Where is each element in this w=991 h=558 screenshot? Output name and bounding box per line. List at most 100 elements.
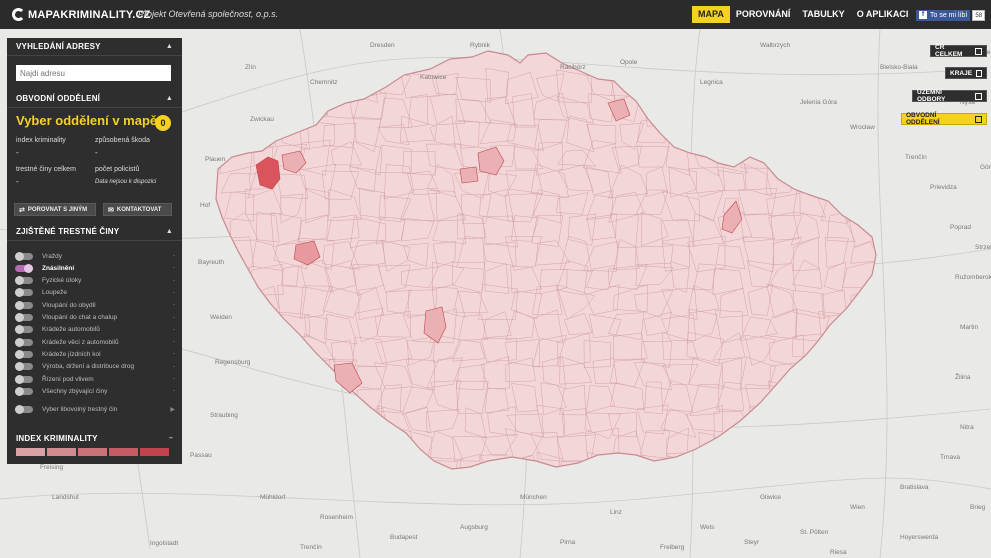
crime-value: - xyxy=(173,265,175,272)
crime-type-row[interactable]: Fyzické útoky - xyxy=(15,276,175,286)
crime-type-label: Fyzické útoky xyxy=(42,277,82,285)
select-district-title: Vyber oddělení v mapě xyxy=(16,113,158,128)
place-label: Freising xyxy=(40,464,64,471)
place-label: Bayreuth xyxy=(198,259,224,266)
crime-type-label: Krádeže automobilů xyxy=(42,326,100,334)
crime-type-label: Vyber libovolný trestný čin xyxy=(42,406,118,414)
police-count-note: Data nejsou k dispozici xyxy=(95,179,157,185)
damage-label: způsobená škoda xyxy=(95,137,150,144)
map-level-button[interactable]: OBVODNÍ ODDĚLENÍ xyxy=(901,112,987,126)
organization-text[interactable]: Projekt Otevřená společnost, o.p.s. xyxy=(138,9,278,19)
compare-button[interactable]: ⇄ POROVNAT S JINÝM xyxy=(14,203,96,216)
crimes-section-header[interactable]: ZJIŠTĚNÉ TRESTNÉ ČINY ▲ xyxy=(7,223,182,241)
place-label: Freiberg xyxy=(660,544,685,551)
district-section-header[interactable]: OBVODNÍ ODDĚLENÍ ▲ xyxy=(7,90,182,108)
place-label: St. Pölten xyxy=(800,529,829,536)
crime-type-row[interactable]: Vraždy - xyxy=(15,251,175,261)
contact-button[interactable]: ✉ KONTAKTOVAT xyxy=(103,203,172,216)
place-label: Steyr xyxy=(744,539,760,546)
facebook-like-button[interactable]: f To se mi líbí xyxy=(916,9,971,21)
place-label: Weiden xyxy=(210,314,232,321)
map-level-button[interactable]: KRAJE xyxy=(945,67,987,79)
facebook-like[interactable]: f To se mi líbí 58 xyxy=(916,9,986,21)
crime-toggle[interactable] xyxy=(15,374,33,384)
index-section-header[interactable]: INDEX KRIMINALITY – xyxy=(7,429,182,447)
district-section-title: OBVODNÍ ODDĚLENÍ xyxy=(16,94,101,103)
crime-type-label: Krádeže jízdních kol xyxy=(42,350,101,358)
crime-toggle[interactable] xyxy=(15,313,33,322)
nav-map[interactable]: MAPA xyxy=(692,6,730,23)
legend-swatch xyxy=(78,448,107,456)
address-section-title: VYHLEDÁNÍ ADRESY xyxy=(16,42,101,51)
place-label: Trenčín xyxy=(905,154,927,161)
crime-type-label: Loupeže xyxy=(42,289,67,297)
address-section-header[interactable]: VYHLEDÁNÍ ADRESY ▲ xyxy=(7,38,182,56)
logo-icon xyxy=(12,8,25,21)
layer-icon xyxy=(976,69,982,77)
nav-compare[interactable]: POROVNÁNÍ xyxy=(730,6,797,23)
crime-type-label: Všechny zbývající činy xyxy=(42,387,108,395)
crime-type-row[interactable]: Všechny zbývající činy - xyxy=(15,386,175,396)
place-label: Poprad xyxy=(950,224,971,231)
crime-toggle[interactable] xyxy=(15,337,33,347)
place-label: Hoyerswerda xyxy=(900,534,939,541)
crime-type-row[interactable]: Vloupání do chat a chalup - xyxy=(15,313,175,323)
place-label: Racibórz xyxy=(560,64,586,71)
crime-value: - xyxy=(173,289,175,296)
facebook-like-label: To se mi líbí xyxy=(930,11,968,19)
damage-value: - xyxy=(95,148,98,157)
crime-toggle[interactable] xyxy=(15,276,33,286)
crime-value: - xyxy=(173,302,175,309)
place-label: Bratislava xyxy=(900,484,929,491)
crime-toggle[interactable] xyxy=(15,405,33,415)
mail-icon: ✉ xyxy=(108,206,114,214)
map-level-button[interactable]: ÚZEMNÍ ODBORY xyxy=(912,89,987,103)
crime-type-row[interactable]: Vloupání do obydlí - xyxy=(15,300,175,310)
total-crimes-value: - xyxy=(16,177,19,186)
crime-type-label: Vloupání do obydlí xyxy=(42,301,96,309)
crime-type-label: Řízení pod vlivem xyxy=(42,375,94,383)
place-label: Wien xyxy=(850,504,865,511)
crime-toggle[interactable] xyxy=(15,263,33,273)
crime-type-label: Znásilnění xyxy=(42,264,75,272)
nav-about[interactable]: O APLIKACI xyxy=(851,6,915,23)
crime-toggle[interactable] xyxy=(15,325,33,335)
crime-type-row[interactable]: Loupeže - xyxy=(15,288,175,298)
address-search-input[interactable] xyxy=(16,65,171,81)
crime-type-row[interactable]: Výroba, držení a distribuce drog - xyxy=(15,362,175,372)
place-label: Hof xyxy=(200,202,210,209)
place-label: Pirna xyxy=(560,539,576,546)
total-crimes-label: trestné činy celkem xyxy=(16,166,76,173)
place-label: Katowice xyxy=(420,74,447,81)
crime-toggle[interactable] xyxy=(15,300,33,310)
crime-toggle[interactable] xyxy=(15,386,33,396)
crime-toggle[interactable] xyxy=(15,349,33,359)
crime-toggle[interactable] xyxy=(15,251,33,261)
crime-type-row[interactable]: Znásilnění - xyxy=(15,263,175,273)
place-label: Wrocław xyxy=(850,124,875,131)
nav-tables[interactable]: TABULKY xyxy=(796,6,850,23)
place-label: Plauen xyxy=(205,156,226,163)
app-logo[interactable]: MAPAKRIMINALITY.CZ xyxy=(12,7,151,22)
highlighted-district[interactable] xyxy=(459,166,479,184)
crime-toggle[interactable] xyxy=(15,362,33,372)
place-label: Prievidza xyxy=(930,184,957,191)
crime-value: - xyxy=(173,351,175,358)
chevron-up-icon: ▲ xyxy=(165,95,173,102)
compare-icon: ⇄ xyxy=(19,206,25,214)
crime-type-row[interactable]: Krádeže věcí z automobilů - xyxy=(15,337,175,347)
place-label: Trnava xyxy=(940,454,960,461)
map-level-label: ÚZEMNÍ ODBORY xyxy=(917,89,946,103)
crime-type-row[interactable]: Krádeže jízdních kol - xyxy=(15,349,175,359)
crime-toggle[interactable] xyxy=(15,288,33,298)
crime-index-label: index kriminality xyxy=(16,137,66,144)
crime-type-row[interactable]: Vyber libovolný trestný čin ▶ xyxy=(15,405,175,415)
crime-type-row[interactable]: Řízení pod vlivem - xyxy=(15,374,175,384)
place-label: Žilina xyxy=(955,372,971,381)
map-level-button[interactable]: ČR CELKEM xyxy=(930,44,987,58)
place-label: Linz xyxy=(610,509,622,516)
place-label: Zwickau xyxy=(250,116,274,123)
main-nav: MAPA POROVNÁNÍ TABULKY O APLIKACI xyxy=(692,6,914,23)
crime-type-row[interactable]: Krádeže automobilů - xyxy=(15,325,175,335)
place-label: Chemnitz xyxy=(310,79,337,86)
